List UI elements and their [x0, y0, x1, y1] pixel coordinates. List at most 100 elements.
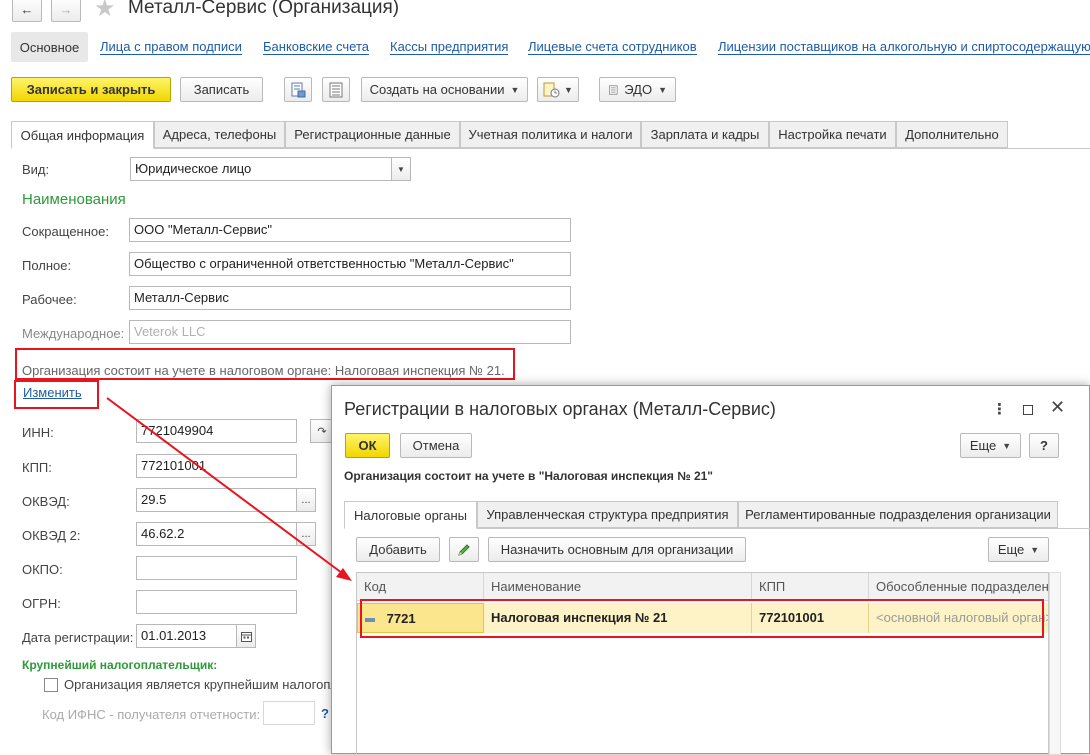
- dialog-ok-button[interactable]: ОК: [345, 433, 390, 458]
- full-name-label: Полное:: [22, 258, 72, 273]
- edo-button[interactable]: ЭДО ▼: [599, 77, 676, 102]
- intl-name-field[interactable]: Veterok LLC: [129, 320, 571, 344]
- document-clock-icon: [543, 82, 560, 97]
- full-name-field[interactable]: Общество с ограниченной ответственностью…: [129, 252, 571, 276]
- add-button[interactable]: Добавить: [356, 537, 440, 562]
- change-tax-registration-link[interactable]: Изменить: [23, 385, 82, 400]
- okved2-select-button[interactable]: ...: [296, 522, 316, 546]
- document-report-icon: [291, 82, 306, 97]
- names-heading: Наименования: [22, 191, 126, 208]
- okved2-field[interactable]: 46.62.2: [136, 522, 297, 546]
- inn-field[interactable]: 7721049904: [136, 419, 297, 443]
- favorite-star-icon[interactable]: ★: [94, 0, 116, 23]
- tab-print-settings[interactable]: Настройка печати: [769, 121, 896, 148]
- table-row[interactable]: 7721 Налоговая инспекция № 21 772101001 …: [357, 603, 1048, 633]
- section-signers-link[interactable]: Лица с правом подписи: [100, 40, 242, 55]
- dialog-help-button[interactable]: ?: [1029, 433, 1059, 458]
- section-cash-desks-link[interactable]: Кассы предприятия: [390, 40, 509, 55]
- okved-field[interactable]: 29.5: [136, 488, 297, 512]
- calendar-button[interactable]: [236, 624, 256, 648]
- dialog-cancel-button[interactable]: Отмена: [400, 433, 472, 458]
- tab-registration-data[interactable]: Регистрационные данные: [285, 121, 460, 148]
- chevron-down-icon: ▼: [564, 84, 573, 95]
- column-kpp[interactable]: КПП: [752, 573, 869, 601]
- save-button[interactable]: Записать: [180, 77, 263, 102]
- print-menu-button[interactable]: ▼: [537, 77, 579, 102]
- create-based-on-button[interactable]: Создать на основании ▼: [361, 77, 528, 102]
- dialog-tab-regulated-subdivisions[interactable]: Регламентированные подразделения организ…: [738, 501, 1058, 528]
- section-licenses-link[interactable]: Лицензии поставщиков на алкогольную и сп…: [718, 40, 1090, 55]
- window-title: Металл-Сервис (Организация): [128, 0, 400, 18]
- row-code-cell[interactable]: 7721: [357, 603, 484, 633]
- ogrn-field[interactable]: [136, 590, 297, 614]
- ellipsis-icon: ...: [301, 528, 311, 540]
- registrations-table: Код Наименование КПП Обособленные подраз…: [356, 572, 1049, 755]
- work-name-label: Рабочее:: [22, 292, 77, 307]
- short-name-label: Сокращенное:: [22, 224, 109, 239]
- table-more-button[interactable]: Еще ▼: [988, 537, 1049, 562]
- vid-label: Вид:: [22, 162, 50, 177]
- registration-date-field[interactable]: 01.01.2013: [136, 624, 237, 648]
- ifns-code-field[interactable]: [263, 701, 315, 725]
- vid-dropdown-button[interactable]: ▼: [391, 157, 411, 181]
- dialog-subtitle: Организация состоит на учете в "Налогова…: [344, 469, 713, 483]
- intl-name-placeholder: Veterok LLC: [134, 324, 206, 339]
- work-name-field[interactable]: Металл-Сервис: [129, 286, 571, 310]
- save-and-close-button[interactable]: Записать и закрыть: [11, 77, 171, 102]
- ellipsis-icon: ...: [301, 494, 311, 506]
- chevron-down-icon: ▼: [1002, 440, 1012, 451]
- tab-accounting-policy[interactable]: Учетная политика и налоги: [460, 121, 641, 148]
- forward-button[interactable]: →: [51, 0, 81, 22]
- okpo-label: ОКПО:: [22, 562, 63, 577]
- dialog-menu-icon[interactable]: ⋮: [992, 400, 1007, 418]
- ifns-code-label: Код ИФНС - получателя отчетности:: [42, 707, 261, 722]
- close-icon[interactable]: ✕: [1050, 397, 1065, 418]
- tab-payroll-hr[interactable]: Зарплата и кадры: [641, 121, 769, 148]
- tab-additional[interactable]: Дополнительно: [896, 121, 1008, 148]
- okved-select-button[interactable]: ...: [296, 488, 316, 512]
- tab-general-info[interactable]: Общая информация: [11, 121, 154, 149]
- largest-taxpayer-checkbox-label: Организация является крупнейшим налогопл: [64, 677, 338, 692]
- section-employee-accounts-link[interactable]: Лицевые счета сотрудников: [528, 40, 697, 55]
- vid-select[interactable]: Юридическое лицо: [130, 157, 392, 181]
- kpp-label: КПП:: [22, 460, 52, 475]
- section-bank-accounts-link[interactable]: Банковские счета: [263, 40, 370, 55]
- intl-name-label: Международное:: [22, 326, 125, 341]
- largest-taxpayer-heading: Крупнейший налогоплательщик:: [22, 658, 218, 672]
- documents-report-button[interactable]: [284, 77, 312, 102]
- list-button[interactable]: [322, 77, 350, 102]
- arrow-left-icon: ←: [20, 1, 34, 17]
- tax-registrations-dialog: Регистрации в налоговых органах (Металл-…: [331, 385, 1090, 755]
- column-name[interactable]: Наименование: [484, 573, 752, 601]
- okpo-field[interactable]: [136, 556, 297, 580]
- row-subdivision-cell[interactable]: <основной налоговый орган>: [869, 603, 1048, 633]
- table-header: Код Наименование КПП Обособленные подраз…: [357, 573, 1048, 601]
- okved2-label: ОКВЭД 2:: [22, 528, 81, 543]
- arrow-right-icon: →: [59, 1, 73, 17]
- chevron-down-icon: ▼: [1030, 544, 1040, 555]
- short-name-field[interactable]: ООО "Металл-Сервис": [129, 218, 571, 242]
- largest-taxpayer-checkbox[interactable]: [44, 678, 58, 692]
- dialog-tab-management-structure[interactable]: Управленческая структура предприятия: [477, 501, 738, 528]
- dialog-more-button[interactable]: Еще ▼: [960, 433, 1021, 458]
- pencil-icon: [458, 543, 470, 556]
- column-subdivisions[interactable]: Обособленные подразделен: [869, 573, 1048, 601]
- kpp-field[interactable]: 772101001: [136, 454, 297, 478]
- maximize-icon[interactable]: [1023, 405, 1033, 415]
- calendar-icon: [240, 631, 252, 642]
- row-marker-icon: [365, 617, 375, 622]
- section-main[interactable]: Основное: [11, 32, 88, 62]
- dialog-tab-tax-authorities[interactable]: Налоговые органы: [344, 501, 477, 529]
- inn-label: ИНН:: [22, 425, 54, 440]
- okved-label: ОКВЭД:: [22, 494, 70, 509]
- tab-addresses-phones[interactable]: Адреса, телефоны: [154, 121, 285, 148]
- back-button[interactable]: ←: [12, 0, 42, 22]
- row-kpp-cell[interactable]: 772101001: [752, 603, 869, 633]
- table-scrollbar[interactable]: [1049, 572, 1061, 755]
- row-name-cell[interactable]: Налоговая инспекция № 21: [484, 603, 752, 633]
- set-main-button[interactable]: Назначить основным для организации: [488, 537, 746, 562]
- ifns-help-icon[interactable]: ?: [321, 706, 329, 721]
- chevron-down-icon: ▼: [510, 84, 520, 95]
- column-code[interactable]: Код: [357, 573, 484, 601]
- edit-button[interactable]: [449, 537, 479, 562]
